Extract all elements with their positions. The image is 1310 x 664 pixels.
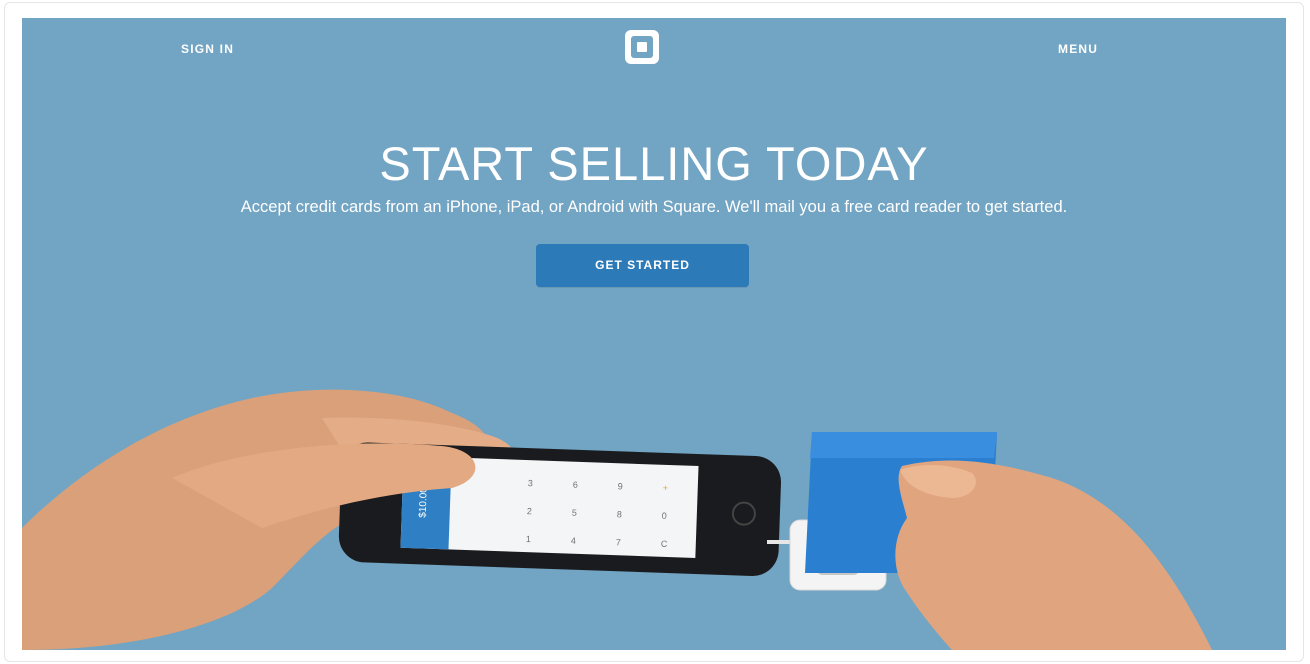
key-label: + [663,483,669,493]
key-label: 0 [662,511,667,521]
sign-in-link[interactable]: SIGN IN [181,42,234,56]
phone-charge-label: $10.00 [418,487,430,518]
key-label: 4 [571,536,576,546]
hero-photo: $10.00 3 6 9 + 2 5 8 0 1 4 7 C [22,389,1212,650]
key-label: 6 [573,480,578,490]
key-label: 1 [526,534,531,544]
menu-link[interactable]: MENU [1058,42,1098,56]
hero-title: START SELLING TODAY [379,137,929,190]
key-label: 2 [527,506,532,516]
key-label: 7 [616,537,621,547]
key-label: 5 [572,508,577,518]
hero-subtitle: Accept credit cards from an iPhone, iPad… [240,198,1068,216]
hero-section: SIGN IN MENU START SELLING TODAY Accept … [22,18,1286,650]
key-label: 3 [528,478,533,488]
get-started-button[interactable]: GET STARTED [536,244,749,287]
square-logo-icon[interactable] [624,29,660,65]
key-label: 9 [618,481,623,491]
key-label: 8 [617,509,622,519]
key-label: C [661,539,668,549]
